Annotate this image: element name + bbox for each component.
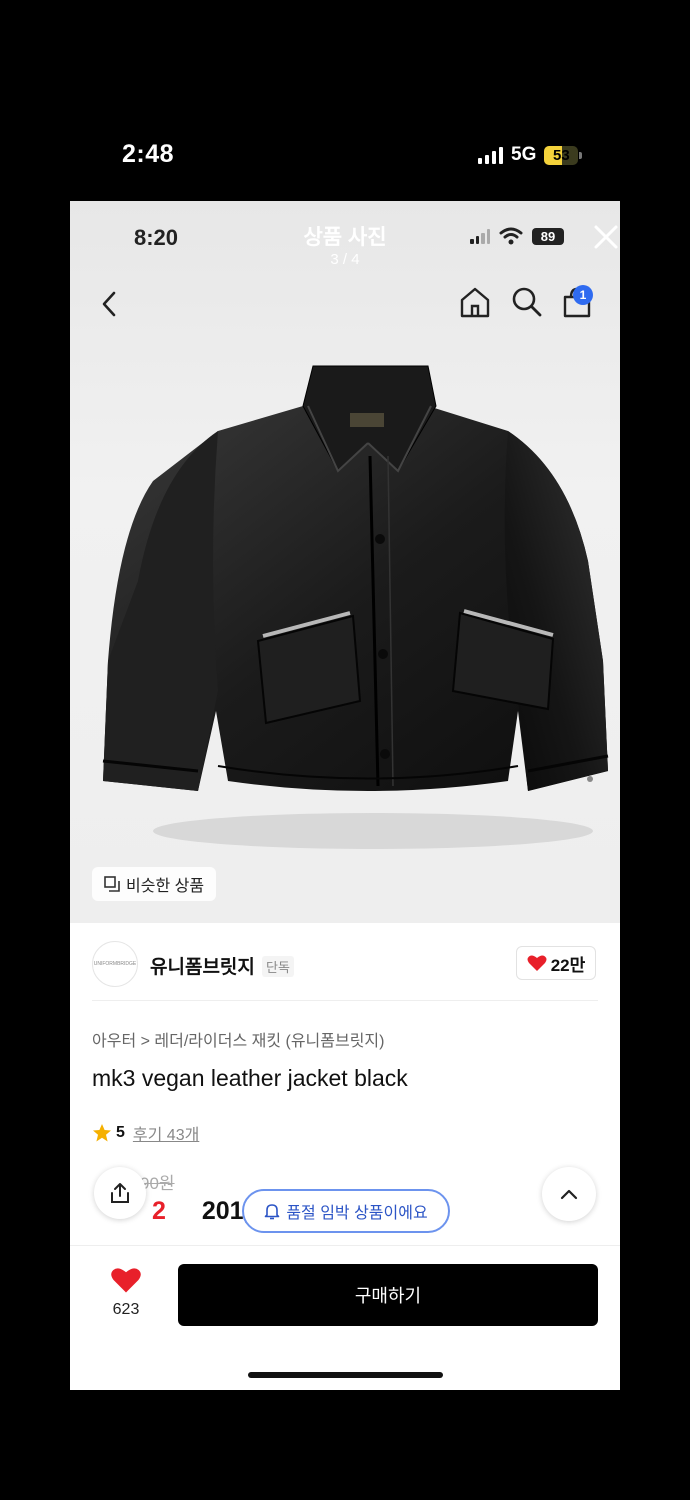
wifi-icon [499, 227, 523, 245]
product-photo-viewer[interactable]: 8:20 상품 사진 3 / 4 89 1 비슷한 상품 [70, 201, 620, 923]
low-stock-text: 품절 임박 상품이에요 [286, 1205, 428, 1222]
brand-like-count: 22만 [550, 955, 586, 975]
close-icon[interactable] [590, 221, 620, 253]
scroll-to-top-button[interactable] [542, 1167, 596, 1221]
sale-price-prefix: 2 [152, 1197, 166, 1225]
exclusive-badge: 단독 [262, 956, 294, 977]
brand-like-button[interactable]: 22만 [516, 946, 596, 980]
rating-row[interactable]: 5 후기 43개 [92, 1121, 199, 1145]
battery-percent: 53 [553, 146, 570, 164]
battery-icon: 53 [544, 145, 583, 165]
cellular-signal-icon [478, 146, 503, 164]
brand-row: UNIFORMBRIDGE 유니폼브릿지 단독 22만 [92, 941, 598, 1001]
brand-avatar[interactable]: UNIFORMBRIDGE [92, 941, 138, 987]
low-stock-notice[interactable]: 품절 임박 상품이에요 [242, 1189, 450, 1233]
home-icon[interactable] [458, 285, 492, 319]
brand-avatar-logo: UNIFORMBRIDGE [93, 961, 137, 967]
home-indicator[interactable] [248, 1372, 443, 1378]
photo-counter: 3 / 4 [330, 251, 360, 268]
star-icon [93, 1124, 111, 1142]
brand-name[interactable]: 유니폼브릿지 [150, 952, 255, 979]
share-button[interactable] [94, 1167, 146, 1219]
back-arrow-icon[interactable] [98, 289, 122, 319]
search-icon[interactable] [510, 285, 544, 319]
chevron-up-icon [560, 1189, 578, 1200]
heart-icon [527, 955, 547, 971]
battery-icon: 89 [532, 227, 564, 245]
outer-clock: 2:48 [122, 140, 175, 168]
breadcrumb[interactable]: 아우터 > 레더/라이더스 재킷 (유니폼브릿지) [92, 1027, 384, 1051]
outer-status-bar: 2:48 5G 53 [0, 0, 690, 200]
cellular-signal-icon [470, 228, 490, 244]
wishlist-count: 623 [112, 1301, 140, 1318]
cart-count-badge: 1 [573, 285, 593, 305]
similar-products-button[interactable]: 비슷한 상품 [92, 867, 217, 901]
similar-icon [104, 876, 120, 892]
bell-icon [265, 1204, 280, 1220]
heart-icon [111, 1268, 141, 1293]
outer-status-icons: 5G 53 [478, 144, 583, 166]
rating-score: 5 [116, 1124, 125, 1141]
wishlist-button[interactable]: 623 [106, 1266, 146, 1319]
network-type: 5G [511, 144, 537, 165]
buy-button[interactable]: 구매하기 [178, 1264, 598, 1326]
review-count-link[interactable]: 후기 43개 [133, 1121, 199, 1145]
product-image-jacket [102, 365, 609, 849]
product-title: mk3 vegan leather jacket black [92, 1065, 408, 1091]
similar-products-label: 비슷한 상품 [126, 878, 205, 895]
app-screenshot: 8:20 상품 사진 3 / 4 89 1 비슷한 상품 UNIFORMBRID… [70, 201, 620, 1390]
inner-status-icons: 89 [470, 227, 564, 245]
share-icon [111, 1183, 129, 1203]
bottom-action-bar: 623 구매하기 [70, 1245, 620, 1390]
